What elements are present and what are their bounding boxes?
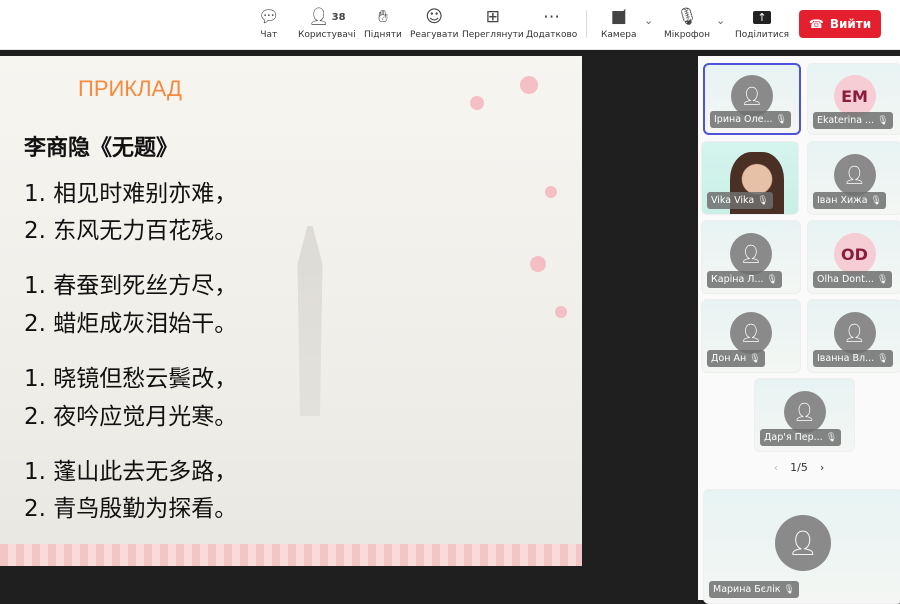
poem-line: 2. 夜吟应觉月光寒。: [24, 404, 238, 430]
poem-line: 1. 相见时难别亦难，: [24, 181, 238, 207]
mic-off-icon: 🎙︎: [749, 353, 761, 364]
participant-name: Іван Хижа: [817, 195, 868, 206]
participant-tile-pinned[interactable]: 👤︎ Марина Бєлік 🎙︎: [703, 489, 900, 604]
participant-name: Ірина Оле...: [714, 114, 773, 125]
mic-options-chevron-icon[interactable]: ⌄: [716, 14, 725, 27]
participant-name: Дар'я Пер...: [764, 432, 823, 443]
react-button[interactable]: ☺ Реагувати: [410, 6, 458, 40]
meeting-toolbar: 💬︎ Чат 👤︎ 38 Користувачі ✋︎ Підняти ☺ Реагува…: [0, 0, 900, 50]
slide-title: ПРИКЛАД: [78, 76, 182, 101]
users-count: 38: [331, 11, 346, 23]
poem-line: 2. 蜡炬成灰泪始干。: [24, 311, 238, 337]
shared-slide: ПРИКЛАД 李商隐《无题》 1. 相见时难别亦难， 2. 东风无力百花残。 …: [0, 56, 582, 566]
share-icon: ↑: [753, 6, 771, 28]
users-button[interactable]: 👤︎ 38 Користувачі: [298, 6, 356, 40]
leave-button[interactable]: ☎ Вийти: [799, 10, 881, 38]
participant-tile[interactable]: OD Olha Dont... 🎙︎: [807, 220, 900, 294]
participant-tile[interactable]: 👤︎ Дар'я Пер... 🎙︎: [754, 378, 855, 452]
avatar-icon: 👤︎: [833, 154, 876, 196]
participant-tile[interactable]: 👤︎ Дон Ан 🎙︎: [701, 299, 801, 373]
mic-off-icon: 🎙︎: [876, 274, 889, 285]
participant-name: Каріна Л...: [711, 274, 764, 285]
participant-name: Olha Dont...: [817, 274, 874, 285]
mic-icon: 🎙︎: [775, 114, 787, 125]
mic-button[interactable]: 🎙︎ Мікрофон: [664, 6, 710, 40]
view-button[interactable]: ⊞ Переглянути: [462, 6, 524, 40]
smiley-icon: ☺: [425, 7, 444, 27]
mic-off-icon: 🎙︎: [870, 195, 882, 206]
poem-line: 2. 东风无力百花残。: [24, 218, 238, 244]
mic-off-icon: 🎙︎: [676, 7, 698, 27]
participant-tile[interactable]: EM Ekaterina ... 🎙︎: [807, 63, 900, 135]
next-page-chevron-icon[interactable]: ›: [820, 461, 824, 474]
participant-tile[interactable]: 👤︎ Каріна Л... 🎙︎: [701, 220, 801, 294]
mic-off-icon: 🎙︎: [766, 274, 778, 285]
participant-name: Іванна Вл...: [817, 353, 875, 364]
prev-page-chevron-icon[interactable]: ‹: [774, 461, 778, 474]
avatar-icon: 👤︎: [730, 312, 772, 354]
avatar-icon: 👤︎: [833, 312, 876, 354]
hand-icon: ✋︎: [378, 7, 388, 27]
avatar-icon: 👤︎: [783, 391, 826, 433]
avatar: OD: [833, 233, 876, 275]
camera-off-icon: ■̸: [610, 7, 627, 27]
camera-button[interactable]: ■̸ Камера: [601, 6, 636, 40]
participant-tile[interactable]: Vika Vika 🎙︎: [701, 141, 799, 215]
avatar-icon: 👤︎: [730, 233, 772, 275]
chat-button[interactable]: 💬︎ Чат: [258, 6, 280, 40]
mic-off-icon: 🎙︎: [877, 353, 889, 364]
participant-name: Ekaterina ...: [817, 115, 875, 126]
participant-tile[interactable]: 👤︎ Іван Хижа 🎙︎: [807, 141, 900, 215]
chat-icon: 💬︎: [258, 7, 280, 27]
poem-title: 李商隐《无题》: [24, 136, 179, 161]
blossom-decoration: [470, 96, 484, 110]
poem-line: 1. 晓镜但愁云鬓改，: [24, 366, 238, 392]
divider: [586, 10, 587, 38]
pagination: ‹ 1/5 ›: [698, 461, 900, 474]
pagoda-illustration: [297, 226, 323, 416]
share-button[interactable]: ↑ Поділитися: [735, 6, 789, 40]
mic-off-icon: 🎙︎: [783, 584, 795, 595]
ellipsis-icon: ⋯: [543, 7, 561, 27]
participant-tile[interactable]: 👤︎ Ірина Оле... 🎙︎: [703, 63, 801, 135]
participant-tile[interactable]: 👤︎ Іванна Вл... 🎙︎: [807, 299, 900, 373]
participant-name: Vika Vika: [711, 195, 755, 206]
blossom-decoration: [555, 306, 567, 318]
blossom-decoration: [545, 186, 557, 198]
page-indicator: 1/5: [790, 461, 808, 474]
mic-off-icon: 🎙︎: [825, 432, 838, 443]
blossom-decoration: [530, 256, 546, 272]
slide-border-decoration: [0, 544, 582, 566]
participant-name: Дон Ан: [711, 353, 747, 364]
participants-panel: 👤︎ Ірина Оле... 🎙︎ EM Ekaterina ... 🎙︎ Vika …: [698, 56, 900, 604]
phone-hangup-icon: ☎: [808, 17, 824, 31]
avatar: EM: [833, 75, 876, 117]
poem-line: 1. 春蚕到死丝方尽，: [24, 273, 238, 299]
person-icon: 👤︎ 38: [308, 7, 346, 27]
blossom-decoration: [520, 76, 538, 94]
poem-line: 2. 青鸟殷勤为探看。: [24, 496, 238, 522]
poem-line: 1. 蓬山此去无多路，: [24, 459, 238, 485]
raise-hand-button[interactable]: ✋︎ Підняти: [364, 6, 402, 40]
more-button[interactable]: ⋯ Додатково: [526, 6, 577, 40]
mic-off-icon: 🎙︎: [877, 115, 889, 126]
avatar-icon: 👤︎: [775, 514, 831, 571]
camera-options-chevron-icon[interactable]: ⌄: [644, 14, 653, 27]
mic-off-icon: 🎙︎: [757, 195, 769, 206]
participant-name: Марина Бєлік: [713, 584, 781, 595]
grid-icon: ⊞: [485, 7, 500, 27]
